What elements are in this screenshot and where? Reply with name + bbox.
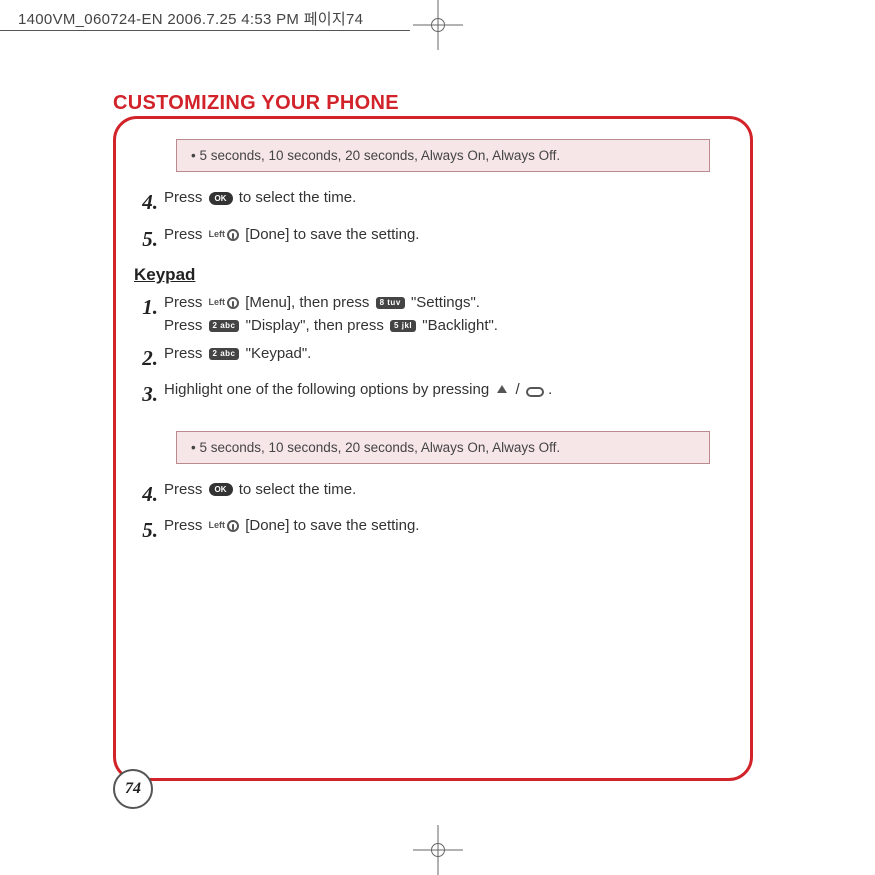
step-number: 3.: [134, 378, 164, 411]
text: "Backlight".: [422, 317, 498, 334]
text: Press: [164, 294, 207, 311]
left-softkey-icon: Left: [209, 296, 240, 310]
step-body: Press Left [Done] to save the setting.: [164, 223, 710, 246]
step-number: 5.: [134, 514, 164, 547]
key-5-icon: 5 jkl: [390, 320, 416, 332]
step-body: Press Left [Done] to save the setting.: [164, 514, 710, 537]
left-label: Left: [209, 228, 226, 242]
text: Highlight one of the following options b…: [164, 381, 493, 398]
text: to select the time.: [239, 481, 357, 498]
step-body: Press OK to select the time.: [164, 186, 710, 209]
text: Press: [164, 226, 207, 243]
left-label: Left: [209, 296, 226, 310]
header-underline: [0, 30, 410, 31]
text: Press: [164, 481, 207, 498]
options-note-2: • 5 seconds, 10 seconds, 20 seconds, Alw…: [176, 431, 710, 464]
step-5b: 5. Press Left [Done] to save the setting…: [134, 514, 710, 547]
ok-key-icon: OK: [209, 192, 233, 205]
text: [Done] to save the setting.: [245, 517, 419, 534]
step-number: 4.: [134, 478, 164, 511]
key-8-icon: 8 tuv: [376, 297, 405, 309]
steps-block-b: 1. Press Left [Menu], then press 8 tuv "…: [134, 291, 710, 411]
step-body: Press 2 abc "Keypad".: [164, 342, 710, 365]
key-2-icon: 2 abc: [209, 320, 240, 332]
text: "Display", then press: [246, 317, 388, 334]
text: [Done] to save the setting.: [245, 226, 419, 243]
text: Press: [164, 517, 207, 534]
left-softkey-icon: Left: [209, 519, 240, 533]
step-4a: 4. Press OK to select the time.: [134, 186, 710, 219]
steps-block-c: 4. Press OK to select the time. 5. Press…: [134, 478, 710, 547]
step-5a: 5. Press Left [Done] to save the setting…: [134, 223, 710, 256]
steps-block-a: 4. Press OK to select the time. 5. Press…: [134, 186, 710, 255]
registration-mark-bottom: [423, 835, 453, 865]
text: /: [516, 381, 524, 398]
content-frame: • 5 seconds, 10 seconds, 20 seconds, Alw…: [113, 116, 753, 781]
nav-down-icon: [526, 384, 542, 396]
step-number: 1.: [134, 291, 164, 324]
ok-key-icon: OK: [209, 483, 233, 496]
page-number-badge: 74: [113, 769, 153, 809]
section-keypad: Keypad: [134, 265, 750, 285]
text: "Keypad".: [246, 345, 312, 362]
step-3: 3. Highlight one of the following option…: [134, 378, 710, 411]
text: to select the time.: [239, 189, 357, 206]
registration-mark-top: [423, 10, 453, 40]
step-number: 2.: [134, 342, 164, 375]
file-stamp: 1400VM_060724-EN 2006.7.25 4:53 PM 페이지74: [18, 8, 363, 29]
left-label: Left: [209, 519, 226, 533]
page-title: CUSTOMIZING YOUR PHONE: [113, 92, 399, 115]
key-2-icon: 2 abc: [209, 348, 240, 360]
step-number: 4.: [134, 186, 164, 219]
step-number: 5.: [134, 223, 164, 256]
text: .: [548, 381, 552, 398]
step-4b: 4. Press OK to select the time.: [134, 478, 710, 511]
text: "Settings".: [411, 294, 480, 311]
text: Press: [164, 189, 207, 206]
text: [Menu], then press: [245, 294, 373, 311]
left-softkey-icon: Left: [209, 228, 240, 242]
step-2: 2. Press 2 abc "Keypad".: [134, 342, 710, 375]
options-note-1: • 5 seconds, 10 seconds, 20 seconds, Alw…: [176, 139, 710, 172]
text: Press: [164, 345, 207, 362]
step-body: Press Left [Menu], then press 8 tuv "Set…: [164, 291, 710, 338]
step-1: 1. Press Left [Menu], then press 8 tuv "…: [134, 291, 710, 338]
step-body: Press OK to select the time.: [164, 478, 710, 501]
step-body: Highlight one of the following options b…: [164, 378, 710, 401]
text: Press: [164, 317, 207, 334]
nav-up-icon: [495, 383, 509, 397]
